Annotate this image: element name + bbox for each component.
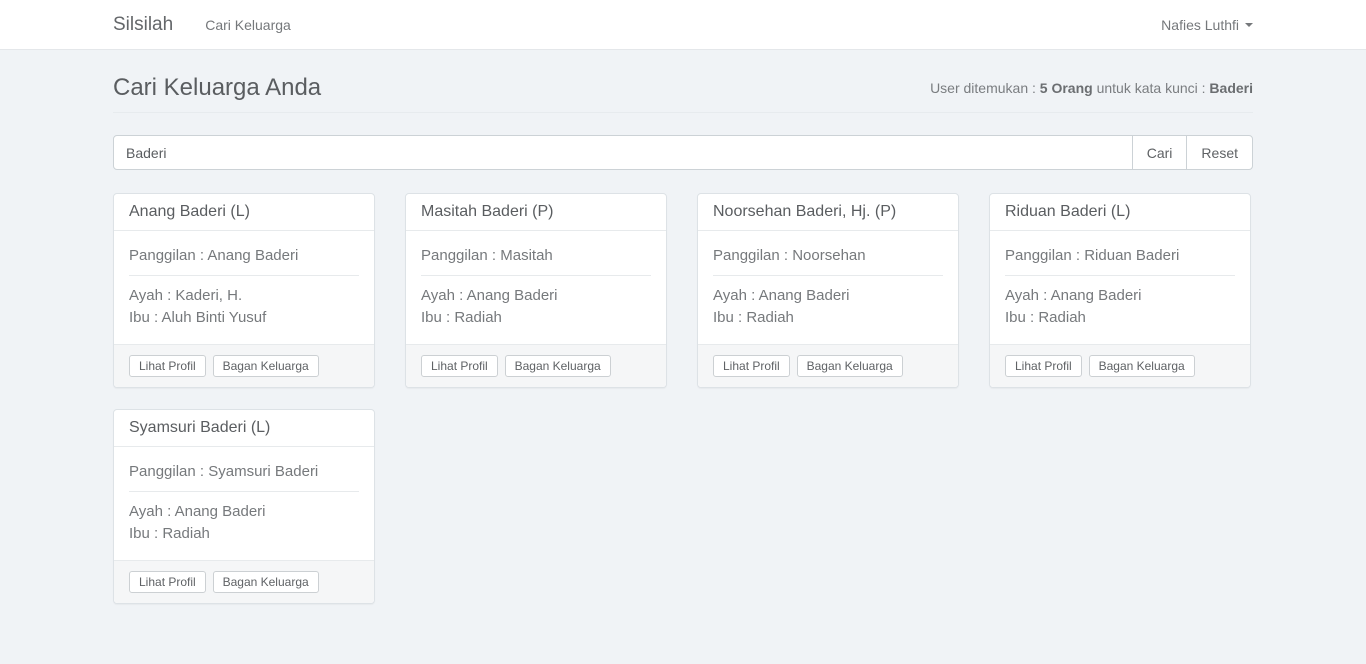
person-nickname: Panggilan : Masitah (421, 245, 651, 266)
person-mother: Ibu : Radiah (421, 307, 651, 329)
divider (129, 491, 359, 492)
person-name: Noorsehan Baderi, Hj. (P) (698, 194, 958, 231)
person-mother: Ibu : Radiah (1005, 307, 1235, 329)
person-details: Panggilan : Riduan Baderi Ayah : Anang B… (990, 231, 1250, 344)
person-mother: Ibu : Radiah (713, 307, 943, 329)
person-mother: Ibu : Aluh Binti Yusuf (129, 307, 359, 329)
person-card: Noorsehan Baderi, Hj. (P) Panggilan : No… (697, 193, 959, 388)
search-results-grid: Anang Baderi (L) Panggilan : Anang Bader… (113, 193, 1253, 664)
search-group: Cari Reset (113, 135, 1253, 170)
user-dropdown-label: Nafies Luthfi (1161, 17, 1239, 33)
card-footer: Lihat Profil Bagan Keluarga (406, 344, 666, 387)
person-card: Masitah Baderi (P) Panggilan : Masitah A… (405, 193, 667, 388)
card-footer: Lihat Profil Bagan Keluarga (990, 344, 1250, 387)
caret-down-icon (1245, 23, 1253, 27)
result-summary-middle: untuk kata kunci : (1093, 80, 1210, 96)
result-keyword: Baderi (1209, 80, 1253, 96)
result-summary-prefix: User ditemukan : (930, 80, 1040, 96)
nav-item-cari-keluarga[interactable]: Cari Keluarga (205, 17, 291, 33)
person-details: Panggilan : Syamsuri Baderi Ayah : Anang… (114, 447, 374, 560)
person-card: Syamsuri Baderi (L) Panggilan : Syamsuri… (113, 409, 375, 604)
search-submit-button[interactable]: Cari (1132, 135, 1188, 170)
view-profile-button[interactable]: Lihat Profil (129, 571, 206, 593)
page-title: Cari Keluarga Anda (113, 74, 321, 102)
search-reset-button[interactable]: Reset (1186, 135, 1253, 170)
divider (713, 275, 943, 276)
family-chart-button[interactable]: Bagan Keluarga (1089, 355, 1195, 377)
person-father: Ayah : Anang Baderi (713, 285, 943, 307)
person-name: Masitah Baderi (P) (406, 194, 666, 231)
user-dropdown[interactable]: Nafies Luthfi (1161, 17, 1253, 33)
person-mother: Ibu : Radiah (129, 523, 359, 545)
person-father: Ayah : Anang Baderi (129, 501, 359, 523)
divider (1005, 275, 1235, 276)
person-name: Anang Baderi (L) (114, 194, 374, 231)
search-input[interactable] (113, 135, 1133, 170)
brand-link[interactable]: Silsilah (113, 14, 173, 36)
person-details: Panggilan : Noorsehan Ayah : Anang Bader… (698, 231, 958, 344)
person-nickname: Panggilan : Syamsuri Baderi (129, 461, 359, 482)
person-nickname: Panggilan : Anang Baderi (129, 245, 359, 266)
card-footer: Lihat Profil Bagan Keluarga (698, 344, 958, 387)
divider (421, 275, 651, 276)
view-profile-button[interactable]: Lihat Profil (421, 355, 498, 377)
person-card: Riduan Baderi (L) Panggilan : Riduan Bad… (989, 193, 1251, 388)
person-father: Ayah : Anang Baderi (421, 285, 651, 307)
person-nickname: Panggilan : Riduan Baderi (1005, 245, 1235, 266)
person-nickname: Panggilan : Noorsehan (713, 245, 943, 266)
person-details: Panggilan : Anang Baderi Ayah : Kaderi, … (114, 231, 374, 344)
divider (129, 275, 359, 276)
card-footer: Lihat Profil Bagan Keluarga (114, 344, 374, 387)
person-name: Riduan Baderi (L) (990, 194, 1250, 231)
view-profile-button[interactable]: Lihat Profil (129, 355, 206, 377)
view-profile-button[interactable]: Lihat Profil (1005, 355, 1082, 377)
navbar: Silsilah Cari Keluarga Nafies Luthfi (0, 0, 1366, 50)
result-summary: User ditemukan : 5 Orang untuk kata kunc… (930, 80, 1253, 102)
person-father: Ayah : Kaderi, H. (129, 285, 359, 307)
person-card: Anang Baderi (L) Panggilan : Anang Bader… (113, 193, 375, 388)
family-chart-button[interactable]: Bagan Keluarga (505, 355, 611, 377)
family-chart-button[interactable]: Bagan Keluarga (213, 571, 319, 593)
result-count: 5 Orang (1040, 80, 1093, 96)
family-chart-button[interactable]: Bagan Keluarga (213, 355, 319, 377)
person-father: Ayah : Anang Baderi (1005, 285, 1235, 307)
card-footer: Lihat Profil Bagan Keluarga (114, 560, 374, 603)
person-details: Panggilan : Masitah Ayah : Anang Baderi … (406, 231, 666, 344)
family-chart-button[interactable]: Bagan Keluarga (797, 355, 903, 377)
view-profile-button[interactable]: Lihat Profil (713, 355, 790, 377)
person-name: Syamsuri Baderi (L) (114, 410, 374, 447)
page-header: Cari Keluarga Anda User ditemukan : 5 Or… (113, 74, 1253, 113)
